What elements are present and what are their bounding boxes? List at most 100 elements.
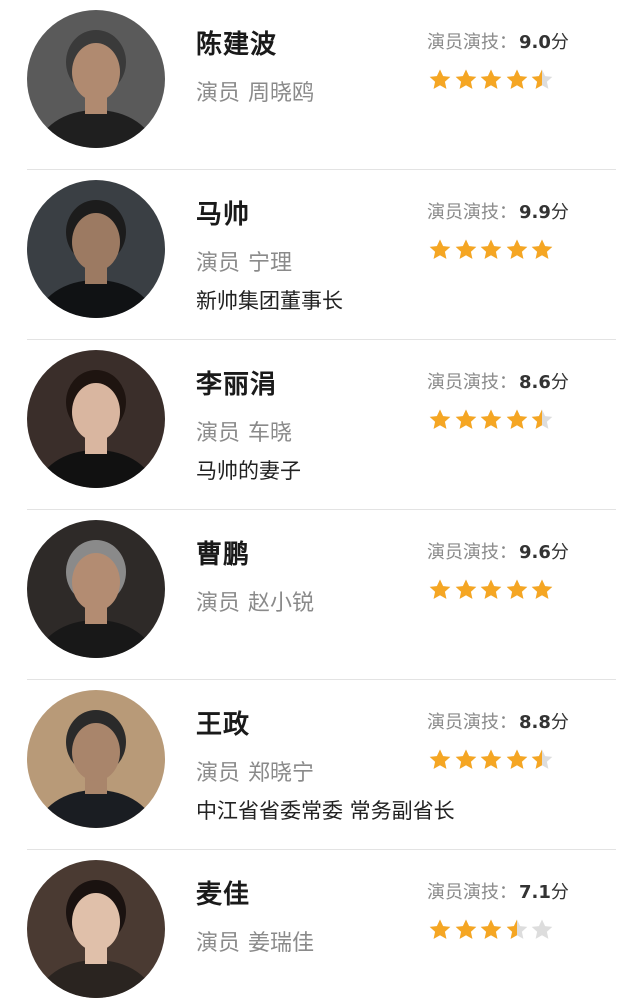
star-rating [428, 748, 556, 774]
role-label: 演员 [196, 931, 241, 956]
rating-score: 7.1 [519, 882, 551, 903]
rating-unit: 分 [550, 32, 569, 53]
role-description: 马帅的妻子 [196, 459, 301, 483]
cast-card[interactable]: 马帅 演员 宁理 新帅集团董事长 演员演技： 9.9分 [0, 170, 643, 340]
role-label: 演员 [196, 81, 241, 106]
actor-name[interactable]: 郑晓宁 [248, 761, 314, 786]
actor-line: 演员 郑晓宁 [196, 755, 314, 787]
star-icon [479, 918, 503, 942]
rating-unit: 分 [550, 202, 569, 223]
star-icon [428, 68, 452, 92]
star-rating [428, 918, 556, 944]
acting-rating: 演员演技： 7.1分 [427, 878, 569, 904]
character-name[interactable]: 马帅 [196, 194, 250, 231]
star-icon [454, 68, 478, 92]
rating-label: 演员演技： [427, 712, 517, 733]
rating-label: 演员演技： [427, 372, 517, 393]
star-icon [454, 408, 478, 432]
actor-line: 演员 周晓鸥 [196, 75, 314, 107]
cast-card[interactable]: 李丽涓 演员 车晓 马帅的妻子 演员演技： 8.6分 [0, 340, 643, 510]
cast-card[interactable]: 陈建波 演员 周晓鸥 演员演技： 9.0分 [0, 0, 643, 170]
role-label: 演员 [196, 421, 241, 446]
star-rating [428, 68, 556, 94]
star-icon [479, 238, 503, 262]
actor-name[interactable]: 宁理 [248, 251, 292, 276]
acting-rating: 演员演技： 8.8分 [427, 708, 569, 734]
star-rating [428, 578, 556, 604]
rating-label: 演员演技： [427, 882, 517, 903]
star-icon [454, 918, 478, 942]
acting-rating: 演员演技： 9.9分 [427, 198, 569, 224]
star-icon [428, 408, 452, 432]
rating-score: 8.8 [519, 712, 551, 733]
star-icon [479, 408, 503, 432]
star-icon [454, 748, 478, 772]
avatar[interactable] [27, 520, 165, 658]
actor-name[interactable]: 赵小锐 [248, 591, 314, 616]
character-name[interactable]: 麦佳 [196, 874, 250, 911]
acting-rating: 演员演技： 8.6分 [427, 368, 569, 394]
character-name[interactable]: 陈建波 [196, 24, 277, 61]
rating-unit: 分 [550, 712, 569, 733]
star-icon [428, 238, 452, 262]
role-label: 演员 [196, 591, 241, 616]
avatar[interactable] [27, 690, 165, 828]
star-icon [479, 68, 503, 92]
cast-card[interactable]: 麦佳 演员 姜瑞佳 演员演技： 7.1分 [0, 850, 643, 1000]
rating-unit: 分 [550, 882, 569, 903]
actor-line: 演员 姜瑞佳 [196, 925, 314, 957]
actor-name[interactable]: 车晓 [248, 421, 292, 446]
character-name[interactable]: 王政 [196, 704, 250, 741]
acting-rating: 演员演技： 9.6分 [427, 538, 569, 564]
cast-card[interactable]: 王政 演员 郑晓宁 中江省省委常委 常务副省长 演员演技： 8.8分 [0, 680, 643, 850]
star-icon [530, 238, 554, 262]
star-icon [454, 238, 478, 262]
star-icon [505, 68, 529, 92]
rating-score: 9.0 [519, 32, 551, 53]
star-icon [530, 918, 554, 942]
rating-label: 演员演技： [427, 542, 517, 563]
rating-unit: 分 [550, 542, 569, 563]
actor-line: 演员 宁理 [196, 245, 292, 277]
role-description: 新帅集团董事长 [196, 289, 343, 313]
star-icon [505, 408, 529, 432]
avatar[interactable] [27, 350, 165, 488]
acting-rating: 演员演技： 9.0分 [427, 28, 569, 54]
star-icon [505, 748, 529, 772]
avatar-photo [27, 180, 165, 318]
avatar-photo [27, 690, 165, 828]
star-icon [505, 238, 529, 262]
actor-name[interactable]: 周晓鸥 [248, 81, 314, 106]
role-label: 演员 [196, 251, 241, 276]
star-icon [505, 918, 529, 942]
avatar-photo [27, 860, 165, 998]
star-icon [428, 918, 452, 942]
character-name[interactable]: 曹鹏 [196, 534, 250, 571]
rating-score: 8.6 [519, 372, 551, 393]
actor-line: 演员 车晓 [196, 415, 292, 447]
character-name[interactable]: 李丽涓 [196, 364, 277, 401]
star-icon [530, 748, 554, 772]
rating-label: 演员演技： [427, 32, 517, 53]
star-icon [479, 578, 503, 602]
actor-line: 演员 赵小锐 [196, 585, 314, 617]
avatar-photo [27, 350, 165, 488]
role-description: 中江省省委常委 常务副省长 [196, 799, 455, 823]
star-rating [428, 408, 556, 434]
role-label: 演员 [196, 761, 241, 786]
star-icon [428, 748, 452, 772]
avatar[interactable] [27, 180, 165, 318]
avatar[interactable] [27, 10, 165, 148]
star-icon [530, 578, 554, 602]
actor-name[interactable]: 姜瑞佳 [248, 931, 314, 956]
rating-score: 9.9 [519, 202, 551, 223]
avatar-photo [27, 10, 165, 148]
star-icon [530, 68, 554, 92]
star-icon [428, 578, 452, 602]
avatar[interactable] [27, 860, 165, 998]
star-icon [479, 748, 503, 772]
avatar-photo [27, 520, 165, 658]
star-icon [454, 578, 478, 602]
rating-unit: 分 [550, 372, 569, 393]
cast-card[interactable]: 曹鹏 演员 赵小锐 演员演技： 9.6分 [0, 510, 643, 680]
